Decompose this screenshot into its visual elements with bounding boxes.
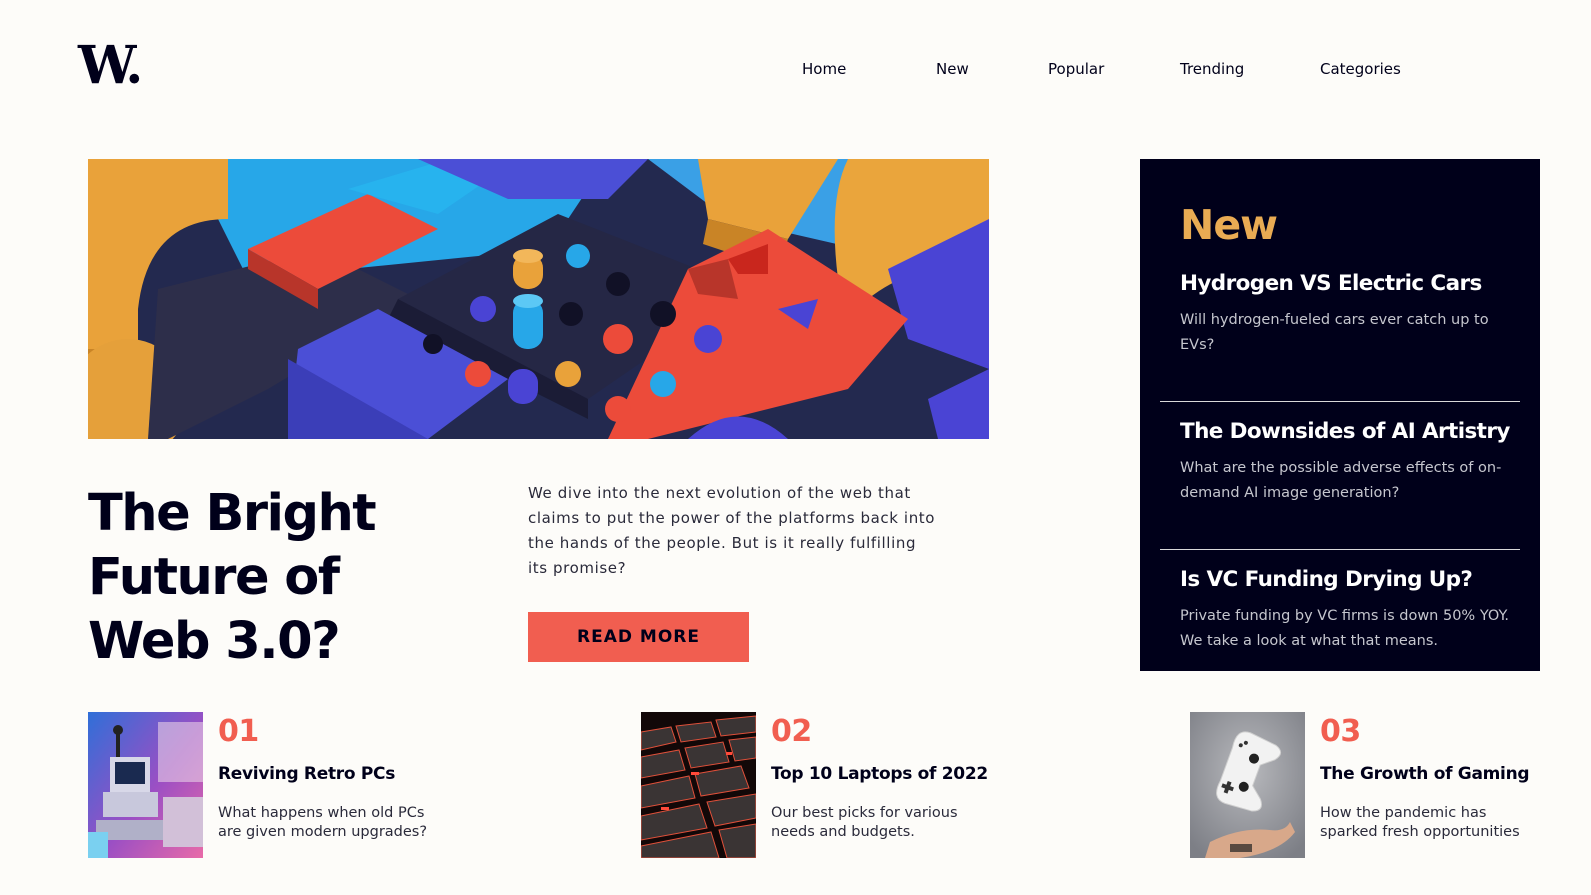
- new-article-item[interactable]: The Downsides of AI Artistry What are th…: [1180, 419, 1510, 506]
- card-description: Our best picks for various needs and bud…: [771, 805, 958, 840]
- new-articles-panel: New Hydrogen VS Electric Cars Will hydro…: [1140, 159, 1540, 671]
- hero-description: We dive into the next evolution of the w…: [528, 484, 936, 577]
- new-article-item[interactable]: Hydrogen VS Electric Cars Will hydrogen-…: [1180, 271, 1510, 358]
- article-card[interactable]: 02 Top 10 Laptops of 2022 Our best picks…: [641, 712, 1061, 858]
- gamepad-thumbnail[interactable]: [1190, 712, 1305, 858]
- new-article-title[interactable]: Is VC Funding Drying Up?: [1180, 567, 1510, 592]
- card-description: What happens when old PCs are given mode…: [218, 805, 428, 840]
- card-title[interactable]: Reviving Retro PCs: [218, 764, 395, 784]
- read-more-button[interactable]: READ MORE: [528, 612, 749, 662]
- divider: [1160, 401, 1520, 402]
- new-article-description: Will hydrogen-fueled cars ever catch up …: [1180, 312, 1489, 353]
- new-article-description: What are the possible adverse effects of…: [1180, 460, 1502, 501]
- article-card[interactable]: 03 The Growth of Gaming How the pandemic…: [1190, 712, 1591, 858]
- article-card[interactable]: 01 Reviving Retro PCs What happens when …: [88, 712, 508, 858]
- new-panel-heading: New: [1180, 201, 1278, 249]
- hero-title: The Bright Future of Web 3.0?: [88, 484, 377, 671]
- new-article-item[interactable]: Is VC Funding Drying Up? Private funding…: [1180, 567, 1510, 654]
- card-number: 03: [1320, 714, 1361, 749]
- nav-trending[interactable]: Trending: [1180, 60, 1244, 78]
- new-article-title[interactable]: Hydrogen VS Electric Cars: [1180, 271, 1510, 296]
- new-article-title[interactable]: The Downsides of AI Artistry: [1180, 419, 1510, 444]
- retro-pc-thumbnail[interactable]: [88, 712, 203, 858]
- site-logo[interactable]: W.: [78, 40, 143, 92]
- card-title[interactable]: The Growth of Gaming: [1320, 764, 1530, 784]
- card-number: 01: [218, 714, 259, 749]
- hero-image: [88, 159, 989, 439]
- card-description: How the pandemic has sparked fresh oppor…: [1320, 805, 1520, 840]
- nav-new[interactable]: New: [936, 60, 969, 78]
- keyboard-thumbnail[interactable]: [641, 712, 756, 858]
- new-article-description: Private funding by VC firms is down 50% …: [1180, 608, 1510, 649]
- card-number: 02: [771, 714, 812, 749]
- nav-categories[interactable]: Categories: [1320, 60, 1401, 78]
- divider: [1160, 549, 1520, 550]
- card-title[interactable]: Top 10 Laptops of 2022: [771, 764, 988, 784]
- nav-popular[interactable]: Popular: [1048, 60, 1104, 78]
- nav-home[interactable]: Home: [802, 60, 846, 78]
